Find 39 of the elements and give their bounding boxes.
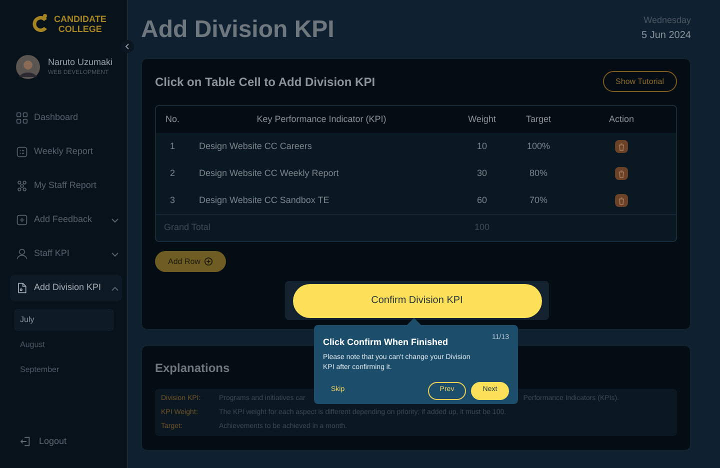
table-cell-text: 80% — [528, 166, 548, 180]
nav-item[interactable]: Add Division KPI — [10, 275, 122, 301]
table-cell-text: 1 — [168, 140, 176, 153]
column-header: No. — [164, 112, 180, 126]
table-cell-text: 3 — [168, 194, 176, 207]
add-row-button[interactable]: Add Row — [155, 251, 226, 272]
brand-name: COLLEGE — [58, 24, 102, 34]
nav-item[interactable]: Add Feedback — [10, 207, 122, 233]
page-title: Add Division KPI — [141, 15, 334, 45]
user-name: Naruto Uzumaki — [48, 56, 113, 69]
date: 5 Jun 2024 — [642, 28, 691, 42]
table-cell-text: Design Website CC Sandbox TE — [198, 194, 330, 207]
submenu-item[interactable]: September — [14, 359, 114, 381]
table-cell-text: Design Website CC Careers — [198, 140, 313, 153]
show-tutorial-button[interactable]: Show Tutorial — [602, 71, 677, 92]
column-header: Weight — [467, 112, 497, 126]
table-cell-text: 60 — [476, 194, 488, 207]
table-cell-text: 10 — [476, 140, 488, 153]
table-cell-text: 100% — [526, 140, 552, 153]
column-header: Key Performance Indicator (KPI) — [256, 112, 388, 126]
popover-title: Click Confirm When Finished — [323, 336, 448, 349]
card-title: Explanations — [155, 360, 230, 377]
submenu-item[interactable]: August — [14, 334, 114, 356]
weekday: Wednesday — [644, 14, 691, 27]
submenu-item[interactable]: July — [14, 309, 114, 331]
nav-item[interactable]: Dashboard — [10, 105, 122, 131]
table-cell-text: 2 — [168, 166, 176, 180]
nav-item[interactable]: Staff KPI — [10, 241, 122, 267]
nav-item[interactable]: My Staff Report — [10, 173, 122, 199]
table-cell-text: 70% — [528, 194, 548, 207]
column-header: Target — [524, 112, 552, 126]
card-title: Click on Table Cell to Add Division KPI — [155, 74, 376, 90]
column-header: Action — [608, 112, 635, 126]
brand-name: CANDIDATE — [54, 14, 106, 24]
nav-item[interactable]: Weekly Report — [10, 139, 122, 165]
logout-button[interactable]: Logout — [20, 434, 67, 448]
table-cell-text: 30 — [476, 166, 488, 180]
confirm-button[interactable]: Confirm Division KPI — [292, 284, 542, 318]
table-cell-text: Design Website CC Weekly Report — [198, 166, 340, 180]
